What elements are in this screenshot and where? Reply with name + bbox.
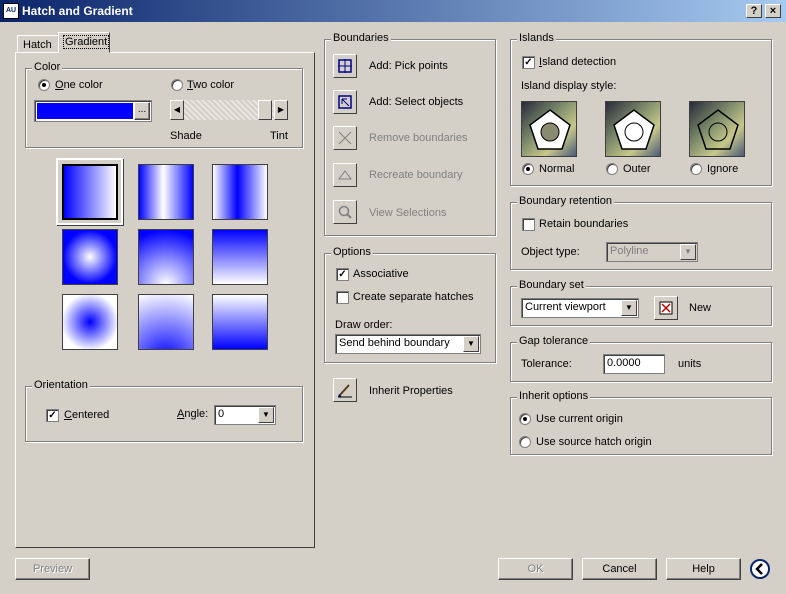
- island-outer-image[interactable]: [605, 101, 661, 157]
- tolerance-input[interactable]: 0.0000: [603, 354, 665, 374]
- island-display-style-label: Island display style:: [521, 80, 617, 92]
- boundary-set-combo[interactable]: Current viewport ▼: [521, 298, 639, 318]
- draw-order-combo[interactable]: Send behind boundary ▼: [335, 334, 481, 354]
- two-color-label: Two color: [187, 79, 235, 91]
- island-detection-label: Island detection: [539, 56, 617, 68]
- tab-gradient[interactable]: Gradient: [58, 32, 110, 53]
- centered-label: Centered: [64, 409, 110, 421]
- use-current-origin-label: Use current origin: [536, 413, 623, 425]
- tab-hatch[interactable]: Hatch: [17, 35, 59, 52]
- angle-label: Angle:: [177, 408, 209, 420]
- units-label: units: [678, 358, 702, 370]
- tint-label: Tint: [270, 130, 288, 142]
- color-swatch: [37, 103, 133, 119]
- object-type-label: Object type:: [521, 246, 580, 258]
- chevron-down-icon[interactable]: ▼: [680, 244, 696, 260]
- paintbrush-icon[interactable]: [333, 378, 357, 402]
- recreate-boundary-icon[interactable]: [333, 163, 357, 187]
- new-boundary-set-button[interactable]: New: [689, 302, 711, 314]
- island-detection-checkbox[interactable]: ✓: [522, 56, 535, 69]
- shade-label: Shade: [170, 130, 202, 142]
- chevron-down-icon[interactable]: ▼: [621, 300, 637, 316]
- island-normal-label: Normal: [539, 163, 575, 175]
- draw-order-label: Draw order:: [335, 319, 393, 331]
- gradient-swatch-inverted-hemispherical[interactable]: [138, 294, 194, 350]
- slider-right-arrow-icon[interactable]: ▶: [274, 100, 288, 120]
- use-current-origin-radio[interactable]: [519, 413, 531, 425]
- inherit-properties-button[interactable]: Inherit Properties: [369, 385, 453, 397]
- slider-left-arrow-icon[interactable]: ◀: [170, 100, 184, 120]
- island-ignore-image[interactable]: [689, 101, 745, 157]
- add-select-objects-button[interactable]: Add: Select objects: [369, 96, 463, 108]
- island-normal-image[interactable]: [521, 101, 577, 157]
- tolerance-label: Tolerance:: [521, 358, 572, 370]
- use-source-origin-label: Use source hatch origin: [536, 436, 652, 448]
- two-color-radio[interactable]: [171, 79, 183, 91]
- one-color-label: One color: [55, 79, 103, 91]
- gradient-swatch-linear[interactable]: [62, 164, 118, 220]
- separate-hatches-label: Create separate hatches: [353, 291, 474, 303]
- magnifier-icon[interactable]: [333, 200, 357, 224]
- chevron-down-icon[interactable]: ▼: [258, 407, 274, 423]
- retain-boundaries-label: Retain boundaries: [539, 218, 629, 230]
- window-title: Hatch and Gradient: [22, 4, 133, 18]
- gradient-swatch-inverted-spherical[interactable]: [62, 294, 118, 350]
- browse-color-button[interactable]: ...: [134, 102, 150, 120]
- gradient-swatch-cylinder[interactable]: [138, 164, 194, 220]
- view-selections-button[interactable]: View Selections: [369, 207, 446, 219]
- ok-button[interactable]: OK: [498, 558, 573, 580]
- use-source-origin-radio[interactable]: [519, 436, 531, 448]
- app-icon: AU: [3, 3, 19, 19]
- island-ignore-label: Ignore: [707, 163, 739, 175]
- collapse-dialog-icon[interactable]: [750, 559, 770, 579]
- angle-combo[interactable]: 0 ▼: [214, 405, 276, 425]
- cancel-button[interactable]: Cancel: [582, 558, 657, 580]
- island-outer-label: Outer: [623, 163, 651, 175]
- island-ignore-radio[interactable]: [690, 163, 702, 175]
- close-icon[interactable]: ×: [765, 4, 781, 18]
- add-pick-points-button[interactable]: Add: Pick points: [369, 60, 448, 72]
- remove-boundaries-icon[interactable]: [333, 126, 357, 150]
- help-button[interactable]: Help: [666, 558, 741, 580]
- associative-checkbox[interactable]: ✓: [336, 268, 349, 281]
- slider-thumb[interactable]: [258, 100, 272, 120]
- retain-boundaries-checkbox[interactable]: [522, 218, 535, 231]
- recreate-boundary-button[interactable]: Recreate boundary: [369, 169, 463, 181]
- chevron-down-icon[interactable]: ▼: [463, 336, 479, 352]
- new-boundary-set-icon[interactable]: [654, 296, 678, 320]
- gradient-swatch-inverted-cylinder[interactable]: [212, 164, 268, 220]
- one-color-radio[interactable]: [38, 79, 50, 91]
- gradient-swatch-spherical[interactable]: [62, 229, 118, 285]
- gradient-swatch-hemispherical[interactable]: [138, 229, 194, 285]
- color-swatch-field[interactable]: ...: [34, 100, 152, 122]
- separate-hatches-checkbox[interactable]: [336, 291, 349, 304]
- island-normal-radio[interactable]: [522, 163, 534, 175]
- help-icon[interactable]: ?: [746, 4, 762, 18]
- remove-boundaries-button[interactable]: Remove boundaries: [369, 132, 467, 144]
- centered-checkbox[interactable]: ✓: [46, 409, 59, 422]
- select-objects-icon[interactable]: [333, 90, 357, 114]
- island-outer-radio[interactable]: [606, 163, 618, 175]
- associative-label: Associative: [353, 268, 409, 280]
- shade-tint-slider[interactable]: ◀ ▶: [170, 100, 288, 120]
- object-type-combo[interactable]: Polyline ▼: [606, 242, 698, 262]
- preview-button[interactable]: Preview: [15, 558, 90, 580]
- pick-points-icon[interactable]: [333, 54, 357, 78]
- gradient-swatch-curved[interactable]: [212, 229, 268, 285]
- gradient-swatch-inverted-curved[interactable]: [212, 294, 268, 350]
